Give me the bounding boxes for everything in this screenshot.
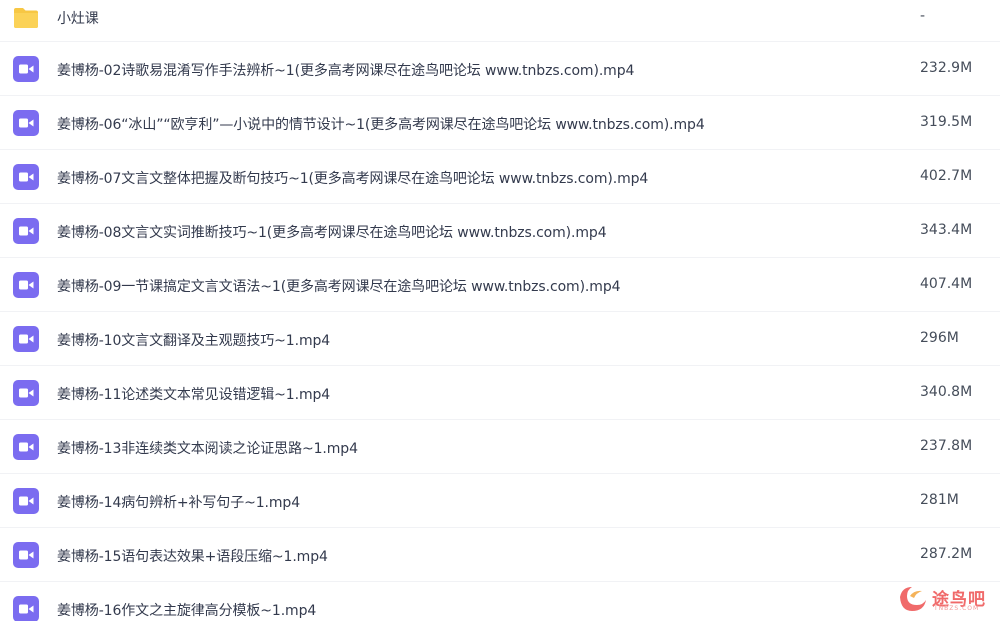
file-name[interactable]: 姜博杨-13非连续类文本阅读之论证思路~1.mp4 <box>57 438 358 458</box>
video-file-icon <box>13 56 39 82</box>
list-item-video[interactable]: 姜博杨-06“冰山”“欧亨利”—小说中的情节设计~1(更多高考网课尽在途鸟吧论坛… <box>0 96 1000 150</box>
list-item-video[interactable]: 姜博杨-02诗歌易混淆写作手法辨析~1(更多高考网课尽在途鸟吧论坛 www.tn… <box>0 42 1000 96</box>
list-item-video[interactable]: 姜博杨-14病句辨析+补写句子~1.mp4 281M <box>0 474 1000 528</box>
file-name[interactable]: 小灶课 <box>57 8 99 28</box>
file-name[interactable]: 姜博杨-14病句辨析+补写句子~1.mp4 <box>57 492 300 512</box>
site-watermark: 途鸟吧 TNBZS.COM <box>896 581 992 617</box>
video-file-icon <box>13 380 39 406</box>
video-file-icon <box>13 164 39 190</box>
file-name[interactable]: 姜博杨-02诗歌易混淆写作手法辨析~1(更多高考网课尽在途鸟吧论坛 www.tn… <box>57 60 634 80</box>
video-file-icon <box>13 326 39 352</box>
video-file-icon <box>13 434 39 460</box>
file-size: 281M <box>920 492 959 508</box>
file-size: 237.8M <box>920 438 973 454</box>
file-size: 402.7M <box>920 168 973 184</box>
list-item-video[interactable]: 姜博杨-10文言文翻译及主观题技巧~1.mp4 296M <box>0 312 1000 366</box>
file-size: 343.4M <box>920 222 973 238</box>
list-item-video[interactable]: 姜博杨-08文言文实词推断技巧~1(更多高考网课尽在途鸟吧论坛 www.tnbz… <box>0 204 1000 258</box>
file-size: - <box>920 8 926 24</box>
file-list: 小灶课 - 姜博杨-02诗歌易混淆写作手法辨析~1(更多高考网课尽在途鸟吧论坛 … <box>0 0 1000 621</box>
list-item-video[interactable]: 姜博杨-15语句表达效果+语段压缩~1.mp4 287.2M <box>0 528 1000 582</box>
video-file-icon <box>13 218 39 244</box>
file-size: 296M <box>920 330 959 346</box>
list-item-video[interactable]: 姜博杨-09一节课搞定文言文语法~1(更多高考网课尽在途鸟吧论坛 www.tnb… <box>0 258 1000 312</box>
video-file-icon <box>13 596 39 621</box>
list-item-video[interactable]: 姜博杨-16作文之主旋律高分模板~1.mp4 <box>0 582 1000 621</box>
file-name[interactable]: 姜博杨-11论述类文本常见设错逻辑~1.mp4 <box>57 384 330 404</box>
file-size: 319.5M <box>920 114 973 130</box>
video-file-icon <box>13 542 39 568</box>
file-size: 287.2M <box>920 546 973 562</box>
list-item-video[interactable]: 姜博杨-13非连续类文本阅读之论证思路~1.mp4 237.8M <box>0 420 1000 474</box>
watermark-subtext: TNBZS.COM <box>934 605 980 612</box>
video-file-icon <box>13 488 39 514</box>
list-item-video[interactable]: 姜博杨-11论述类文本常见设错逻辑~1.mp4 340.8M <box>0 366 1000 420</box>
bird-logo-icon <box>900 587 926 611</box>
file-name[interactable]: 姜博杨-08文言文实词推断技巧~1(更多高考网课尽在途鸟吧论坛 www.tnbz… <box>57 222 607 242</box>
file-name[interactable]: 姜博杨-07文言文整体把握及断句技巧~1(更多高考网课尽在途鸟吧论坛 www.t… <box>57 168 648 188</box>
file-name[interactable]: 姜博杨-10文言文翻译及主观题技巧~1.mp4 <box>57 330 330 350</box>
video-file-icon <box>13 110 39 136</box>
file-name[interactable]: 姜博杨-06“冰山”“欧亨利”—小说中的情节设计~1(更多高考网课尽在途鸟吧论坛… <box>57 114 705 134</box>
file-size: 232.9M <box>920 60 973 76</box>
list-item-video[interactable]: 姜博杨-07文言文整体把握及断句技巧~1(更多高考网课尽在途鸟吧论坛 www.t… <box>0 150 1000 204</box>
file-name[interactable]: 姜博杨-15语句表达效果+语段压缩~1.mp4 <box>57 546 328 566</box>
file-size: 340.8M <box>920 384 973 400</box>
file-size: 407.4M <box>920 276 973 292</box>
file-name[interactable]: 姜博杨-16作文之主旋律高分模板~1.mp4 <box>57 600 316 620</box>
list-item-folder[interactable]: 小灶课 - <box>0 0 1000 42</box>
video-file-icon <box>13 272 39 298</box>
folder-icon <box>14 8 38 28</box>
file-name[interactable]: 姜博杨-09一节课搞定文言文语法~1(更多高考网课尽在途鸟吧论坛 www.tnb… <box>57 276 621 296</box>
